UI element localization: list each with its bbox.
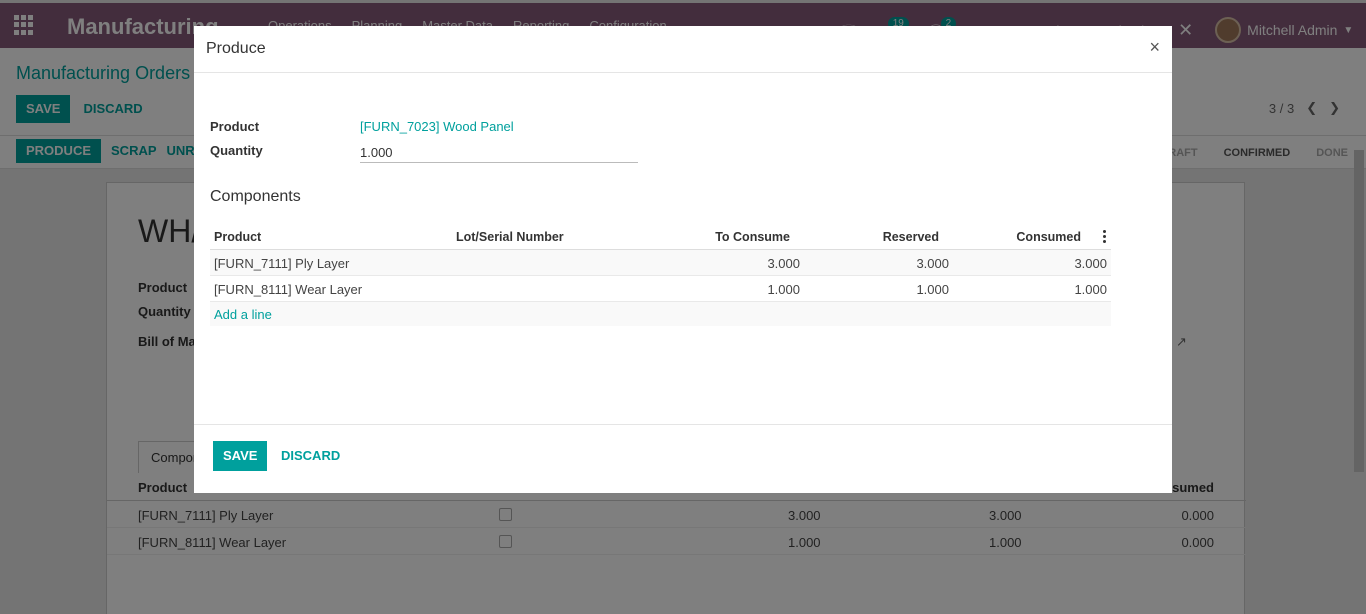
components-title: Components (210, 188, 301, 205)
components-table: Product Lot/Serial Number To Consume Res… (210, 224, 1111, 326)
column-to-consume[interactable]: To Consume (715, 230, 790, 244)
quantity-input[interactable] (360, 143, 638, 163)
discard-button[interactable]: DISCARD (281, 442, 340, 470)
column-lot[interactable]: Lot/Serial Number (456, 230, 564, 244)
add-line-link[interactable]: Add a line (214, 307, 272, 322)
row-consumed: 3.000 (1074, 256, 1107, 271)
dialog-header: Produce × (194, 26, 1172, 73)
row-reserved: 1.000 (916, 282, 949, 297)
produce-dialog: Produce × Product [FURN_7023] Wood Panel… (194, 26, 1172, 493)
row-reserved: 3.000 (916, 256, 949, 271)
add-line-row: Add a line (210, 302, 1111, 326)
row-to-consume: 1.000 (767, 282, 800, 297)
column-options-icon[interactable] (1103, 230, 1107, 243)
save-button[interactable]: SAVE (213, 441, 268, 471)
row-to-consume: 3.000 (767, 256, 800, 271)
dialog-footer: SAVE DISCARD (194, 424, 1172, 493)
table-row[interactable]: [FURN_7111] Ply Layer 3.000 3.000 3.000 (210, 250, 1111, 276)
quantity-label: Quantity (210, 143, 263, 158)
row-product: [FURN_7111] Ply Layer (214, 256, 350, 271)
product-label: Product (210, 119, 260, 134)
column-reserved[interactable]: Reserved (883, 230, 939, 244)
table-header: Product Lot/Serial Number To Consume Res… (210, 224, 1111, 250)
column-consumed[interactable]: Consumed (1016, 230, 1081, 244)
product-link[interactable]: [FURN_7023] Wood Panel (360, 119, 514, 134)
column-product[interactable]: Product (214, 230, 261, 244)
row-consumed: 1.000 (1074, 282, 1107, 297)
close-icon[interactable]: × (1149, 37, 1160, 58)
table-row[interactable]: [FURN_8111] Wear Layer 1.000 1.000 1.000 (210, 276, 1111, 302)
row-product: [FURN_8111] Wear Layer (214, 282, 363, 297)
dialog-title: Produce (206, 40, 266, 57)
